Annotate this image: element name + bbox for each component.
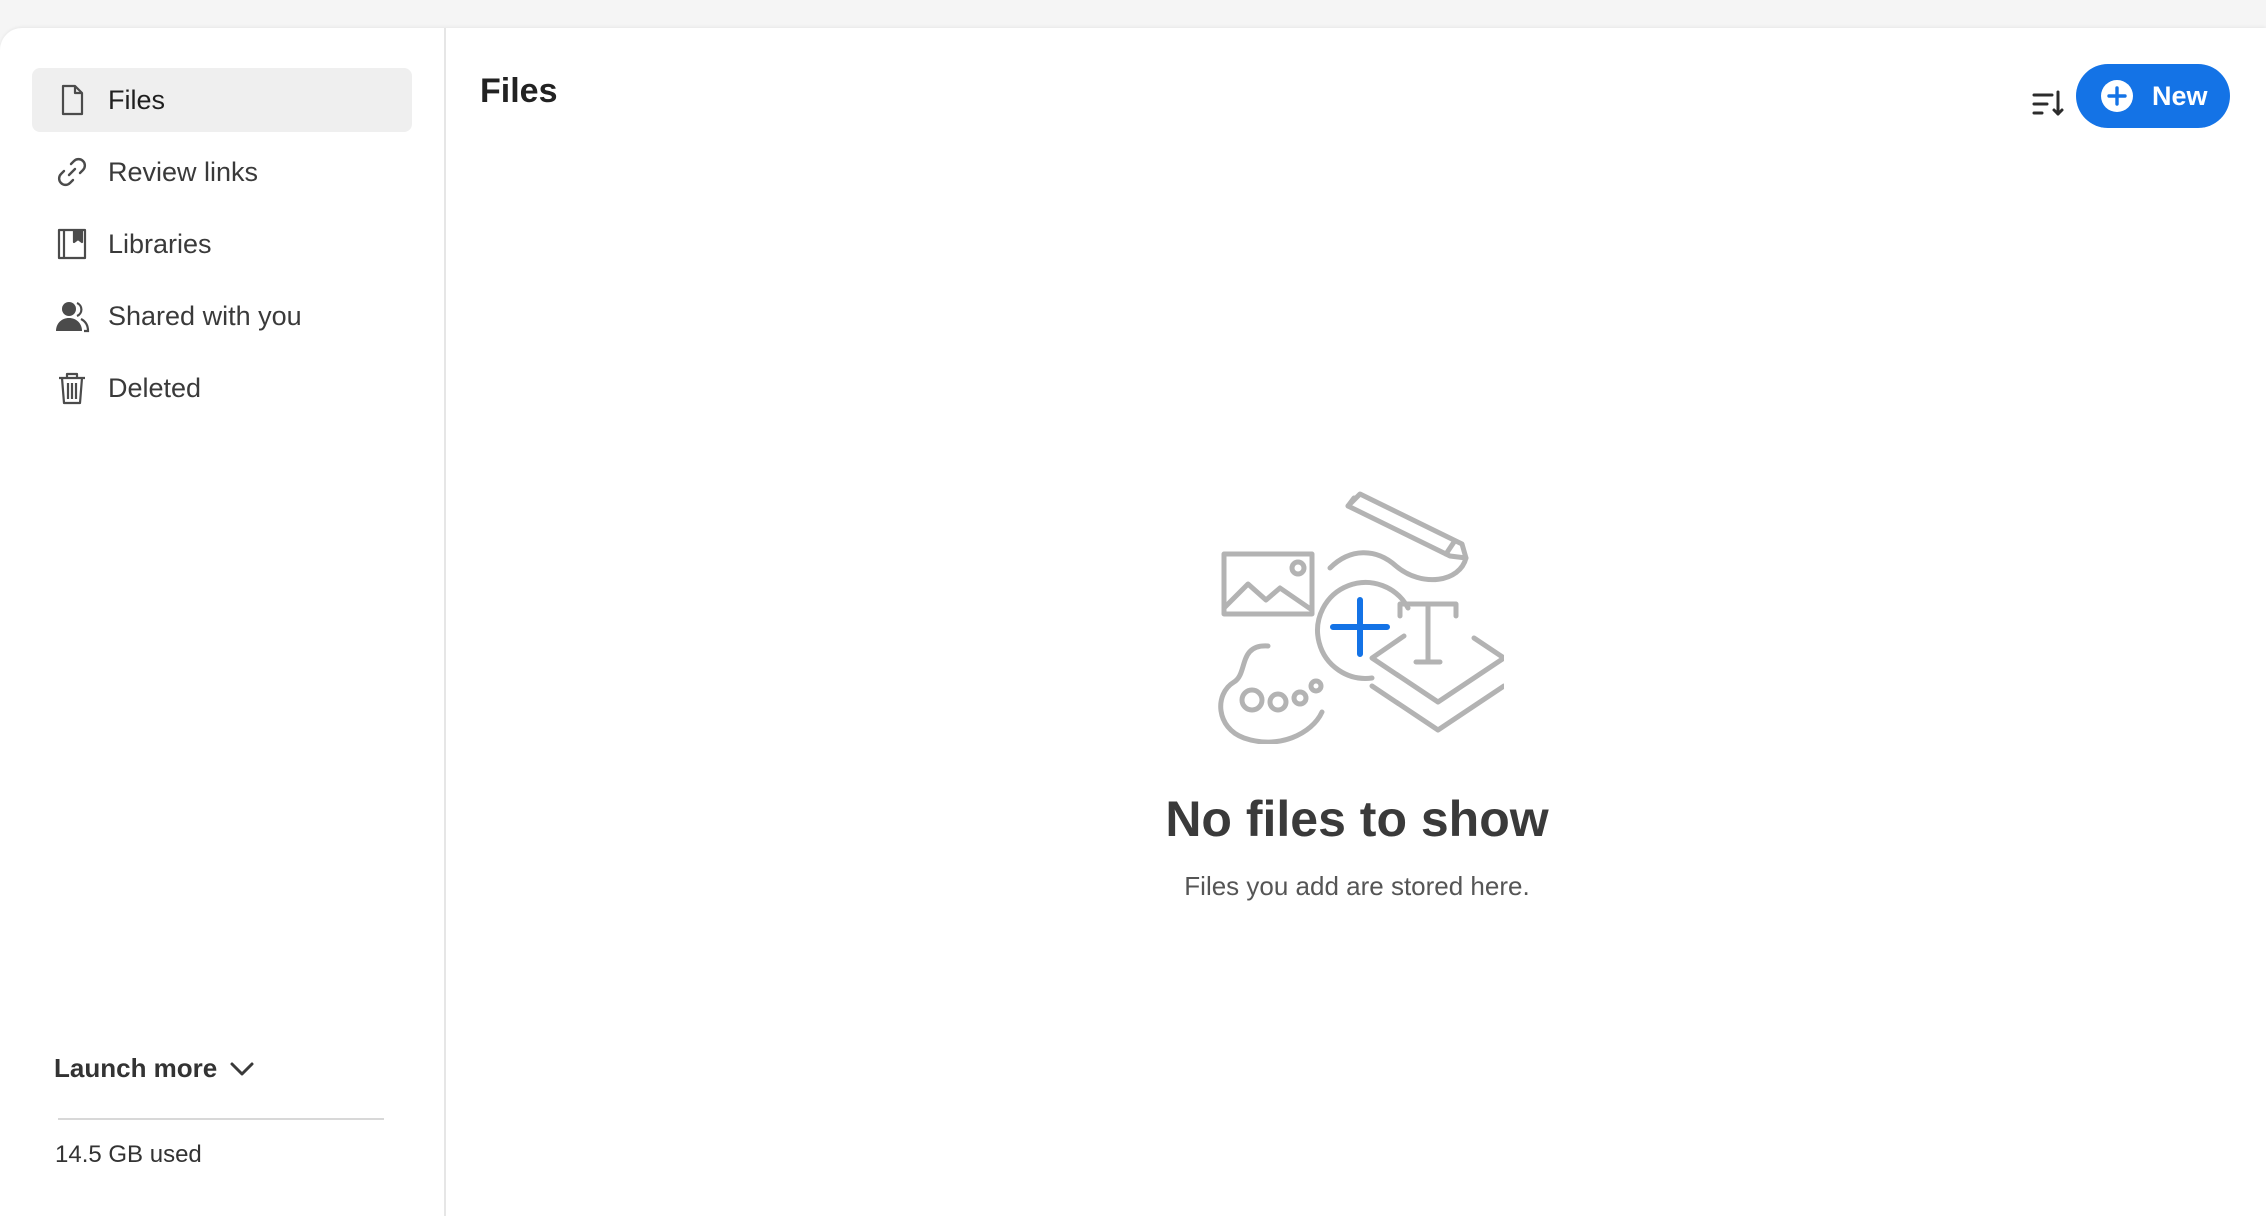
palette-icon [1218, 643, 1325, 744]
new-button-label: New [2152, 80, 2208, 111]
launch-more-label: Launch more [54, 1053, 218, 1083]
sidebar-divider [58, 1118, 384, 1120]
launch-more-button[interactable]: Launch more [54, 1053, 257, 1084]
empty-state-title: No files to show [1165, 791, 1549, 847]
sidebar-item-libraries[interactable]: Libraries [32, 212, 412, 276]
sidebar-item-files[interactable]: Files [32, 68, 412, 132]
sort-icon [2032, 90, 2064, 116]
sidebar-item-deleted[interactable]: Deleted [32, 356, 412, 420]
library-icon [54, 226, 90, 262]
sidebar-item-label: Review links [108, 156, 259, 187]
plus-icon [1330, 597, 1390, 657]
image-icon [1221, 551, 1315, 617]
sidebar-item-review-links[interactable]: Review links [32, 140, 412, 204]
storage-used: 14.5 GB used [55, 1141, 202, 1168]
new-button[interactable]: New [2076, 64, 2230, 128]
app-window: Files Review links Libraries Shared with… [0, 28, 2266, 1216]
trash-icon [54, 370, 90, 406]
link-icon [54, 154, 90, 190]
pencil-icon [1327, 491, 1469, 583]
user-icon [54, 298, 90, 334]
file-icon [54, 82, 90, 118]
sidebar-item-shared-with-you[interactable]: Shared with you [32, 284, 412, 348]
sidebar-item-label: Deleted [108, 372, 202, 403]
sort-button[interactable] [2022, 78, 2074, 130]
sidebar-item-label: Shared with you [108, 300, 302, 331]
sidebar-item-label: Files [108, 84, 166, 115]
empty-state-subtitle: Files you add are stored here. [1184, 871, 1530, 901]
sidebar-nav: Files Review links Libraries Shared with… [32, 68, 412, 428]
main-content: Files New No files to show Files you add… [448, 28, 2266, 1216]
empty-state-illustration [1218, 491, 1504, 744]
add-circle-icon [2101, 80, 2133, 112]
chevron-down-icon [230, 1062, 254, 1075]
page-title: Files [480, 72, 558, 110]
text-layer-icon [1369, 601, 1504, 733]
sidebar: Files Review links Libraries Shared with… [0, 28, 446, 1216]
sidebar-item-label: Libraries [108, 228, 212, 259]
